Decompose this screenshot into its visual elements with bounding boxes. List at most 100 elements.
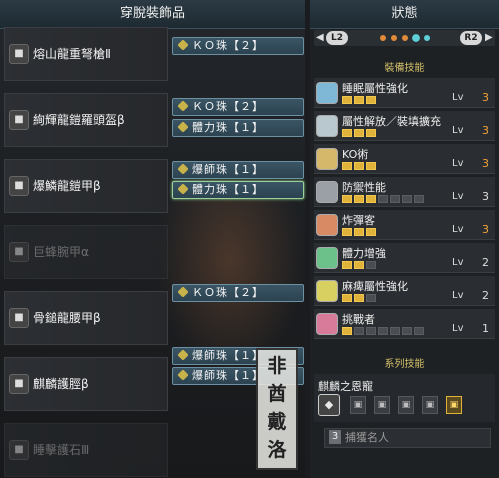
level-pip bbox=[342, 261, 352, 269]
level-value: 3 bbox=[482, 157, 489, 170]
level-pip bbox=[342, 294, 352, 302]
level-pip bbox=[414, 195, 424, 203]
level-value: 3 bbox=[482, 190, 489, 203]
series-bonus: 3 捕獲名人 bbox=[324, 428, 491, 448]
level-pip bbox=[354, 327, 364, 335]
level-pip bbox=[354, 195, 364, 203]
decoration-gem-icon bbox=[177, 121, 189, 133]
arrow-left-icon[interactable]: ◀ bbox=[316, 30, 324, 46]
decoration-gem-icon bbox=[177, 369, 189, 381]
skill-icon bbox=[316, 280, 338, 302]
equipment-row[interactable]: ■ 爆鱗龍鎧甲β bbox=[4, 159, 168, 213]
skill-level-pips bbox=[342, 195, 430, 203]
decoration-slot[interactable]: ＫＯ珠【２】 bbox=[172, 284, 304, 302]
skill-name: 睡眠屬性強化 bbox=[342, 82, 408, 95]
level-label: Lv bbox=[452, 257, 464, 268]
equipment-row[interactable]: ■ 麒麟護脛β bbox=[4, 357, 168, 411]
skill-row[interactable]: 屬性解放／裝填擴充 Lv 3 bbox=[314, 111, 495, 141]
level-pip bbox=[342, 162, 352, 170]
series-skill-box[interactable]: 麒麟之恩寵 ◆ ▣ ▣ ▣ ▣ ▣ bbox=[314, 374, 495, 422]
level-pip bbox=[402, 327, 412, 335]
equipment-row[interactable]: ■ 絢輝龍鎧羅頭盔β bbox=[4, 93, 168, 147]
skill-row[interactable]: 防禦性能 Lv 3 bbox=[314, 177, 495, 207]
decoration-gem-icon bbox=[177, 39, 189, 51]
skill-row[interactable]: 炸彈客 Lv 3 bbox=[314, 210, 495, 240]
skill-name: 麻痺屬性強化 bbox=[342, 280, 408, 293]
level-pip bbox=[342, 195, 352, 203]
decoration-slot[interactable]: 體力珠【１】 bbox=[172, 119, 304, 137]
decoration-label: 體力珠【１】 bbox=[192, 183, 264, 196]
page-dot[interactable] bbox=[402, 35, 408, 41]
level-pip bbox=[366, 261, 376, 269]
skill-name: 防禦性能 bbox=[342, 181, 386, 194]
level-pip bbox=[402, 195, 412, 203]
page-dot-active[interactable] bbox=[412, 34, 420, 42]
skill-name: 屬性解放／裝填擴充 bbox=[342, 115, 441, 128]
skill-level-pips bbox=[342, 129, 430, 137]
page-dot[interactable] bbox=[424, 35, 430, 41]
kirin-icon: ◆ bbox=[318, 394, 340, 416]
equipment-row[interactable]: ■ 骨鎚龍腰甲β bbox=[4, 291, 168, 345]
equipment-name: 麒麟護脛β bbox=[33, 377, 89, 391]
equipment-row[interactable]: ■ 熔山龍重弩槍Ⅱ bbox=[4, 27, 168, 81]
equipment-row[interactable]: ■ 睡擊護石Ⅲ bbox=[4, 423, 168, 477]
level-label: Lv bbox=[452, 158, 464, 169]
page-dot[interactable] bbox=[380, 35, 386, 41]
decoration-label: ＫＯ珠【２】 bbox=[192, 286, 264, 299]
status-panel: 狀態 ◀ L2 R2 ▶ 裝備技能 睡眠屬性強化 Lv 3 屬性解放／裝填擴充 Lv 3 K… bbox=[310, 0, 499, 478]
arrow-right-icon[interactable]: ▶ bbox=[485, 30, 493, 46]
level-value: 2 bbox=[482, 289, 489, 302]
level-pip bbox=[366, 129, 376, 137]
skill-row[interactable]: 麻痺屬性強化 Lv 2 bbox=[314, 276, 495, 306]
status-tab-bar[interactable]: ◀ L2 R2 ▶ bbox=[314, 30, 495, 46]
decoration-label: 體力珠【１】 bbox=[192, 121, 264, 134]
series-slots: ◆ ▣ ▣ ▣ ▣ ▣ bbox=[318, 394, 493, 416]
equipment-row[interactable]: ■ 巨蜂腕甲α bbox=[4, 225, 168, 279]
skill-row[interactable]: 體力增強 Lv 2 bbox=[314, 243, 495, 273]
helmet-icon: ■ bbox=[9, 110, 29, 130]
skill-name: 炸彈客 bbox=[342, 214, 375, 227]
level-label: Lv bbox=[452, 92, 464, 103]
decoration-gem-icon bbox=[177, 163, 189, 175]
level-pip bbox=[354, 129, 364, 137]
level-value: 3 bbox=[482, 124, 489, 137]
series-piece-icon: ▣ bbox=[374, 396, 390, 414]
skill-level-pips bbox=[342, 162, 430, 170]
level-label: Lv bbox=[452, 125, 464, 136]
page-dot[interactable] bbox=[391, 35, 397, 41]
level-value: 1 bbox=[482, 322, 489, 335]
skill-row[interactable]: 睡眠屬性強化 Lv 3 bbox=[314, 78, 495, 108]
skill-row[interactable]: KO術 Lv 3 bbox=[314, 144, 495, 174]
equipment-name: 爆鱗龍鎧甲β bbox=[33, 179, 101, 193]
tab-l2-button[interactable]: L2 bbox=[326, 31, 348, 45]
level-label: Lv bbox=[452, 323, 464, 334]
level-pip bbox=[414, 327, 424, 335]
equipment-name: 巨蜂腕甲α bbox=[33, 245, 89, 259]
skill-icon bbox=[316, 214, 338, 236]
panel-title: 穿脫裝飾品 bbox=[0, 0, 305, 29]
decoration-gem-icon bbox=[177, 100, 189, 112]
series-piece-icon: ▣ bbox=[398, 396, 414, 414]
decoration-panel: 穿脫裝飾品 ■ 熔山龍重弩槍Ⅱ ■ 絢輝龍鎧羅頭盔β ■ 爆鱗龍鎧甲β ■ 巨蜂腕甲α ■ 骨鎚龍… bbox=[0, 0, 305, 478]
skill-icon bbox=[316, 247, 338, 269]
series-piece-icon: ▣ bbox=[446, 396, 462, 414]
watermark-stamp: 非 酋 戴 洛 bbox=[256, 348, 298, 470]
equip-skills-header: 裝備技能 bbox=[384, 63, 425, 74]
decoration-slot[interactable]: ＫＯ珠【２】 bbox=[172, 98, 304, 116]
arm-armor-icon: ■ bbox=[9, 242, 29, 262]
level-pip bbox=[366, 96, 376, 104]
level-pip bbox=[354, 96, 364, 104]
level-pip bbox=[366, 228, 376, 236]
decoration-slot[interactable]: 爆師珠【１】 bbox=[172, 161, 304, 179]
skill-level-pips bbox=[342, 327, 430, 335]
decoration-slot[interactable]: 體力珠【１】 bbox=[172, 181, 304, 199]
decoration-gem-icon bbox=[177, 286, 189, 298]
bowgun-icon: ■ bbox=[9, 44, 29, 64]
level-label: Lv bbox=[452, 290, 464, 301]
bonus-name: 捕獲名人 bbox=[345, 431, 389, 444]
decoration-slot[interactable]: ＫＯ珠【２】 bbox=[172, 37, 304, 55]
skill-row[interactable]: 挑戰者 Lv 1 bbox=[314, 309, 495, 339]
decoration-gem-icon bbox=[177, 349, 189, 361]
tab-r2-button[interactable]: R2 bbox=[460, 31, 482, 45]
decoration-gem-icon bbox=[177, 183, 189, 195]
